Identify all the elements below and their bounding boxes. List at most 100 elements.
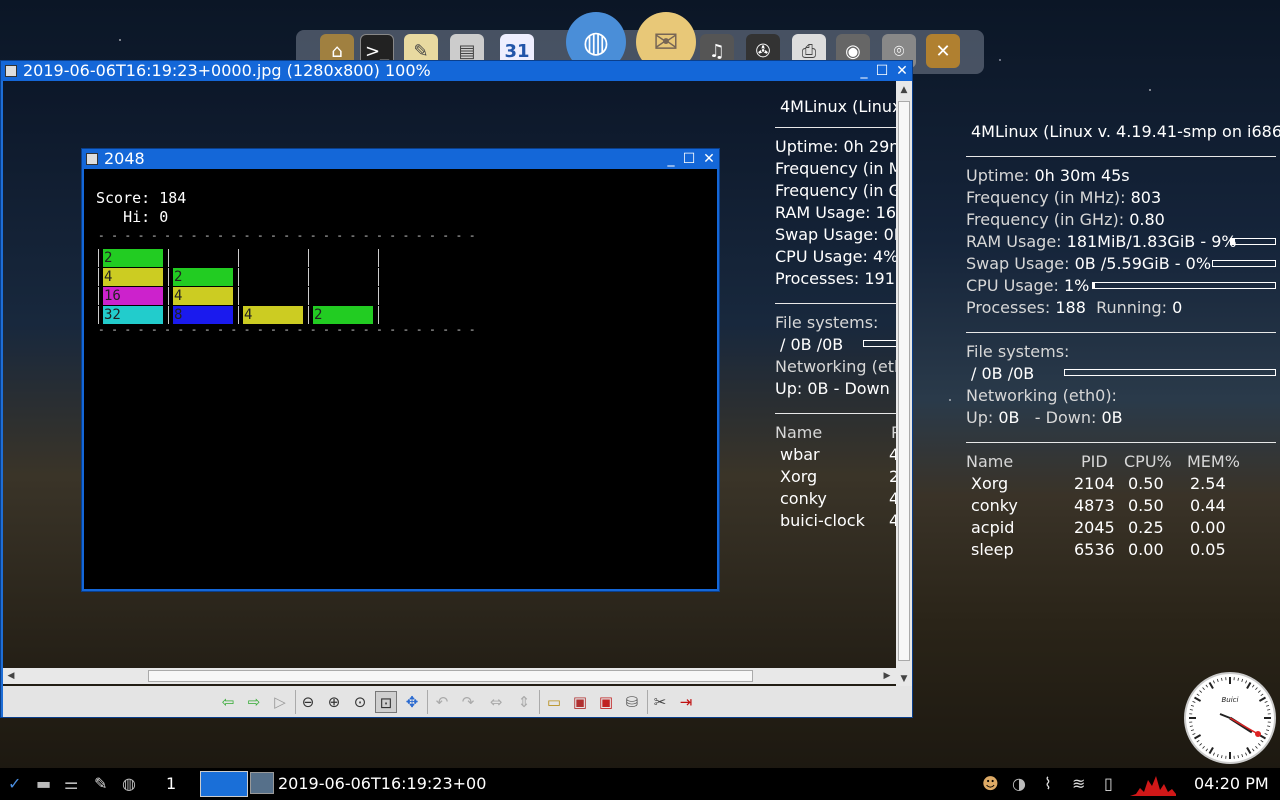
zoom-out-icon[interactable]: ⊖ bbox=[297, 691, 319, 713]
game-tile: 4 bbox=[243, 306, 303, 324]
process-pid: 2104 bbox=[1074, 474, 1115, 493]
battery-icon[interactable]: ▯ bbox=[1104, 774, 1113, 794]
process-mem: 2.54 bbox=[1190, 474, 1226, 493]
vertical-scrollbar[interactable]: ▲ ▼ bbox=[896, 81, 912, 688]
inner-process-name: conky bbox=[780, 489, 827, 508]
clock-tick bbox=[1257, 690, 1261, 693]
quit-icon[interactable]: ⇥ bbox=[675, 691, 697, 713]
vertical-scroll-thumb[interactable] bbox=[898, 101, 910, 661]
inner-process-name: buici-clock bbox=[780, 511, 865, 530]
user-icon[interactable]: ☻ bbox=[982, 774, 999, 794]
workspace-number[interactable]: 1 bbox=[166, 774, 176, 794]
divider bbox=[966, 332, 1276, 333]
close-button[interactable]: ✕ bbox=[893, 61, 911, 81]
close-button[interactable]: ✕ bbox=[700, 149, 718, 169]
clock-face-icon: Buici bbox=[1189, 677, 1271, 759]
inner-fs-title: File systems: bbox=[775, 313, 879, 332]
slideshow-icon[interactable]: ▷ bbox=[269, 691, 291, 713]
clock-tick bbox=[1252, 748, 1255, 752]
viewer-titlebar[interactable]: 2019-06-06T16:19:23+0000.jpg (1280x800) … bbox=[1, 61, 912, 81]
workspace-pager[interactable] bbox=[200, 771, 248, 797]
proc-col-pid: PID bbox=[1081, 452, 1108, 471]
board-cell-divider bbox=[378, 306, 379, 324]
network-traffic-row: Up: 0B - Down: 0B bbox=[966, 408, 1123, 427]
toolbar-separator bbox=[427, 690, 428, 714]
zoom-in-icon[interactable]: ⊕ bbox=[323, 691, 345, 713]
horizontal-scroll-thumb[interactable] bbox=[148, 670, 753, 682]
inner-process-name: wbar bbox=[780, 445, 820, 464]
maximize-button[interactable]: ☐ bbox=[873, 61, 891, 81]
process-name: acpid bbox=[971, 518, 1015, 537]
board-cell-divider bbox=[378, 268, 379, 286]
game-terminal[interactable]: Score: 184 Hi: 0 - - - - - - - - - - - -… bbox=[84, 169, 717, 589]
freq-mhz-row: Frequency (in MHz): 803 bbox=[966, 188, 1162, 207]
clipboard-icon[interactable]: ⌇ bbox=[1044, 774, 1052, 794]
clock-tick bbox=[1245, 752, 1248, 756]
viewer-toolbar: ⇦ ⇨ ▷ ⊖ ⊕ ⊙ ⊡ ✥ ↶ ↷ ⇔ ⇕ ▭ ▣ ▣ ⛁ ✂ ⇥ bbox=[3, 686, 912, 717]
settings-icon[interactable]: ✕ bbox=[926, 34, 960, 68]
zoom-fit-icon[interactable]: ⊙ bbox=[349, 691, 371, 713]
open-file-icon[interactable]: ▭ bbox=[543, 691, 565, 713]
minimize-button[interactable]: _ bbox=[855, 61, 873, 81]
horizontal-scrollbar[interactable]: ◀ ▶ bbox=[3, 668, 896, 684]
scroll-down-icon[interactable]: ▼ bbox=[897, 672, 911, 686]
clock-tick bbox=[1255, 745, 1258, 749]
wifi-icon[interactable]: ≋ bbox=[1072, 774, 1085, 794]
next-image-icon[interactable]: ⇨ bbox=[243, 691, 265, 713]
filesystem-root-line: / 0B /0B bbox=[971, 364, 1035, 383]
scroll-up-icon[interactable]: ▲ bbox=[897, 83, 911, 97]
viewer-title: 2019-06-06T16:19:23+0000.jpg (1280x800) … bbox=[23, 61, 431, 80]
clock-tick bbox=[1246, 681, 1252, 690]
filesystem-bar bbox=[1064, 369, 1276, 376]
clock-tick bbox=[1192, 700, 1196, 703]
flip-vertical-icon[interactable]: ⇕ bbox=[513, 691, 535, 713]
maximize-button[interactable]: ☐ bbox=[680, 149, 698, 169]
clock-tick bbox=[1216, 678, 1219, 682]
process-pid: 6536 bbox=[1074, 540, 1115, 559]
start-menu-icon[interactable]: ✓ bbox=[8, 774, 21, 794]
previous-image-icon[interactable]: ⇦ bbox=[217, 691, 239, 713]
hi-score-line: Hi: 0 bbox=[96, 208, 169, 226]
minimize-button[interactable]: _ bbox=[662, 149, 680, 169]
toolbar-separator bbox=[647, 690, 648, 714]
clock-tick bbox=[1237, 677, 1239, 681]
taskbar-clock[interactable]: 04:20 PM bbox=[1194, 774, 1269, 794]
taskbar-task-title[interactable]: 2019-06-06T16:19:23+00 bbox=[278, 774, 486, 794]
scroll-right-icon[interactable]: ▶ bbox=[880, 669, 894, 683]
scroll-left-icon[interactable]: ◀ bbox=[4, 669, 18, 683]
proc-col-mem: MEM% bbox=[1187, 452, 1240, 471]
flip-horizontal-icon[interactable]: ⇔ bbox=[485, 691, 507, 713]
game-titlebar[interactable]: 2048 _ ☐ ✕ bbox=[82, 149, 719, 169]
save-icon[interactable]: ▣ bbox=[569, 691, 591, 713]
filesystems-title: File systems: bbox=[966, 342, 1070, 361]
clock-tick bbox=[1205, 748, 1208, 752]
clock-tick bbox=[1267, 709, 1271, 711]
inner-process-pid: 4 bbox=[889, 511, 896, 530]
sound-icon[interactable]: ◑ bbox=[1012, 774, 1026, 794]
preferences-icon[interactable]: ✂ bbox=[649, 691, 671, 713]
process-cpu: 0.25 bbox=[1128, 518, 1164, 537]
delete-icon[interactable]: ⛁ bbox=[621, 691, 643, 713]
volume-icon[interactable]: ◍ bbox=[122, 774, 136, 794]
network-device-icon[interactable]: ⚌ bbox=[64, 774, 78, 794]
drive-icon[interactable]: ▬ bbox=[36, 774, 51, 794]
save-as-icon[interactable]: ▣ bbox=[595, 691, 617, 713]
clock-tick bbox=[1189, 725, 1193, 727]
fit-window-icon[interactable]: ✥ bbox=[401, 691, 423, 713]
pen-icon[interactable]: ✎ bbox=[94, 774, 107, 794]
process-pid: 4873 bbox=[1074, 496, 1115, 515]
window-menu-icon[interactable] bbox=[86, 153, 98, 165]
taskbar: ✓ ▬ ⚌ ✎ ◍ 1 2019-06-06T16:19:23+00 ☻ ◑ ⌇… bbox=[0, 768, 1280, 800]
window-menu-icon[interactable] bbox=[5, 65, 17, 77]
viewer-task-icon[interactable] bbox=[250, 772, 274, 794]
game-tile: 4 bbox=[103, 268, 163, 286]
clock-tick bbox=[1252, 684, 1255, 688]
clock-tick bbox=[1260, 693, 1264, 696]
game-tile: 2 bbox=[313, 306, 373, 324]
board-cell-divider bbox=[238, 268, 239, 286]
board-cell-divider bbox=[378, 249, 379, 267]
zoom-100-icon[interactable]: ⊡ bbox=[375, 691, 397, 713]
processes-row: Processes: 188 Running: 0 bbox=[966, 298, 1183, 317]
rotate-right-icon[interactable]: ↷ bbox=[457, 691, 479, 713]
rotate-left-icon[interactable]: ↶ bbox=[431, 691, 453, 713]
